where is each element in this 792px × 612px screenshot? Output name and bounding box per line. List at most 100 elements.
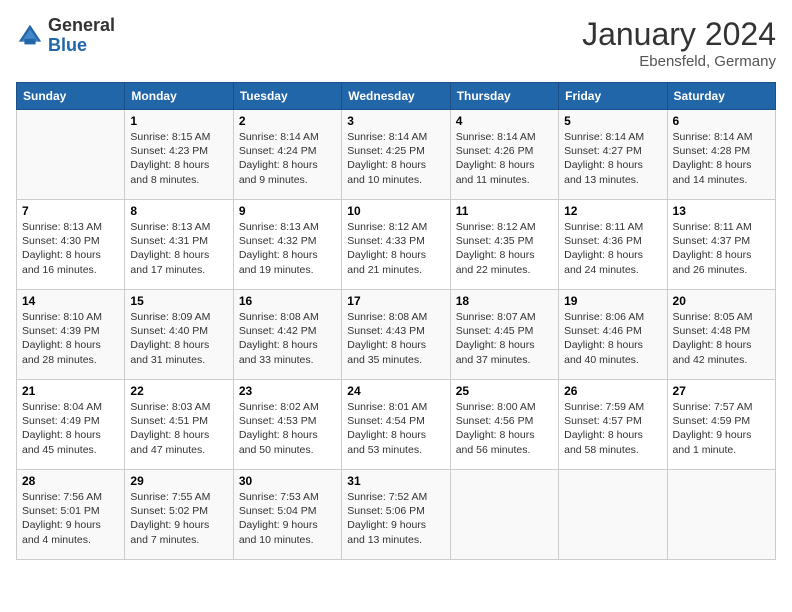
cell-content: Sunrise: 8:13 AM Sunset: 4:30 PM Dayligh… <box>22 220 119 277</box>
calendar-cell: 19 Sunrise: 8:06 AM Sunset: 4:46 PM Dayli… <box>559 290 667 380</box>
cell-content: Sunrise: 8:14 AM Sunset: 4:25 PM Dayligh… <box>347 130 444 187</box>
day-number: 27 <box>673 384 770 398</box>
calendar-cell: 21Sunrise: 8:04 AM Sunset: 4:49 PM Dayli… <box>17 380 125 470</box>
calendar-cell: 10 Sunrise: 8:12 AM Sunset: 4:33 PM Dayli… <box>342 200 450 290</box>
logo-blue-text: Blue <box>48 36 115 56</box>
cell-content: Sunrise: 8:10 AM Sunset: 4:39 PM Dayligh… <box>22 310 119 367</box>
calendar-cell: 31Sunrise: 7:52 AM Sunset: 5:06 PM Dayli… <box>342 470 450 560</box>
week-row-2: 7 Sunrise: 8:13 AM Sunset: 4:30 PM Daylig… <box>17 200 776 290</box>
logo-text: General Blue <box>48 16 115 56</box>
calendar-cell: 17 Sunrise: 8:08 AM Sunset: 4:43 PM Dayli… <box>342 290 450 380</box>
calendar-cell: 14 Sunrise: 8:10 AM Sunset: 4:39 PM Dayli… <box>17 290 125 380</box>
week-row-3: 14 Sunrise: 8:10 AM Sunset: 4:39 PM Dayli… <box>17 290 776 380</box>
day-number: 15 <box>130 294 227 308</box>
logo-general-text: General <box>48 16 115 36</box>
header-row: SundayMondayTuesdayWednesdayThursdayFrid… <box>17 83 776 110</box>
day-number: 23 <box>239 384 336 398</box>
cell-content: Sunrise: 8:01 AM Sunset: 4:54 PM Dayligh… <box>347 400 444 457</box>
logo-icon <box>16 22 44 50</box>
cell-content: Sunrise: 8:14 AM Sunset: 4:27 PM Dayligh… <box>564 130 661 187</box>
calendar-cell: 13Sunrise: 8:11 AM Sunset: 4:37 PM Dayli… <box>667 200 775 290</box>
cell-content: Sunrise: 7:56 AM Sunset: 5:01 PM Dayligh… <box>22 490 119 547</box>
day-number: 20 <box>673 294 770 308</box>
week-row-1: 1Sunrise: 8:15 AM Sunset: 4:23 PM Daylig… <box>17 110 776 200</box>
header-day-monday: Monday <box>125 83 233 110</box>
calendar-cell <box>667 470 775 560</box>
day-number: 6 <box>673 114 770 128</box>
calendar-cell: 3 Sunrise: 8:14 AM Sunset: 4:25 PM Daylig… <box>342 110 450 200</box>
day-number: 1 <box>130 114 227 128</box>
calendar-cell: 25 Sunrise: 8:00 AM Sunset: 4:56 PM Dayli… <box>450 380 558 470</box>
cell-content: Sunrise: 8:12 AM Sunset: 4:33 PM Dayligh… <box>347 220 444 277</box>
cell-content: Sunrise: 7:52 AM Sunset: 5:06 PM Dayligh… <box>347 490 444 547</box>
cell-content: Sunrise: 8:09 AM Sunset: 4:40 PM Dayligh… <box>130 310 227 367</box>
cell-content: Sunrise: 8:05 AM Sunset: 4:48 PM Dayligh… <box>673 310 770 367</box>
calendar-cell: 23 Sunrise: 8:02 AM Sunset: 4:53 PM Dayli… <box>233 380 341 470</box>
day-number: 19 <box>564 294 661 308</box>
cell-content: Sunrise: 8:14 AM Sunset: 4:24 PM Dayligh… <box>239 130 336 187</box>
calendar-cell: 9 Sunrise: 8:13 AM Sunset: 4:32 PM Daylig… <box>233 200 341 290</box>
calendar-table: SundayMondayTuesdayWednesdayThursdayFrid… <box>16 82 776 560</box>
calendar-cell <box>450 470 558 560</box>
week-row-5: 28 Sunrise: 7:56 AM Sunset: 5:01 PM Dayli… <box>17 470 776 560</box>
location: Ebensfeld, Germany <box>582 53 776 70</box>
cell-content: Sunrise: 8:07 AM Sunset: 4:45 PM Dayligh… <box>456 310 553 367</box>
day-number: 26 <box>564 384 661 398</box>
cell-content: Sunrise: 8:11 AM Sunset: 4:36 PM Dayligh… <box>564 220 661 277</box>
day-number: 7 <box>22 204 119 218</box>
day-number: 8 <box>130 204 227 218</box>
day-number: 30 <box>239 474 336 488</box>
calendar-cell: 6 Sunrise: 8:14 AM Sunset: 4:28 PM Daylig… <box>667 110 775 200</box>
calendar-cell: 1Sunrise: 8:15 AM Sunset: 4:23 PM Daylig… <box>125 110 233 200</box>
day-number: 22 <box>130 384 227 398</box>
page-header: General Blue January 2024 Ebensfeld, Ger… <box>16 16 776 70</box>
logo: General Blue <box>16 16 115 56</box>
day-number: 4 <box>456 114 553 128</box>
cell-content: Sunrise: 8:03 AM Sunset: 4:51 PM Dayligh… <box>130 400 227 457</box>
calendar-cell: 26 Sunrise: 7:59 AM Sunset: 4:57 PM Dayli… <box>559 380 667 470</box>
day-number: 12 <box>564 204 661 218</box>
calendar-cell: 22 Sunrise: 8:03 AM Sunset: 4:51 PM Dayli… <box>125 380 233 470</box>
day-number: 24 <box>347 384 444 398</box>
calendar-cell <box>17 110 125 200</box>
calendar-cell: 5 Sunrise: 8:14 AM Sunset: 4:27 PM Daylig… <box>559 110 667 200</box>
calendar-cell: 4 Sunrise: 8:14 AM Sunset: 4:26 PM Daylig… <box>450 110 558 200</box>
cell-content: Sunrise: 7:53 AM Sunset: 5:04 PM Dayligh… <box>239 490 336 547</box>
cell-content: Sunrise: 8:13 AM Sunset: 4:31 PM Dayligh… <box>130 220 227 277</box>
day-number: 10 <box>347 204 444 218</box>
cell-content: Sunrise: 7:59 AM Sunset: 4:57 PM Dayligh… <box>564 400 661 457</box>
cell-content: Sunrise: 8:00 AM Sunset: 4:56 PM Dayligh… <box>456 400 553 457</box>
header-day-sunday: Sunday <box>17 83 125 110</box>
day-number: 14 <box>22 294 119 308</box>
cell-content: Sunrise: 8:02 AM Sunset: 4:53 PM Dayligh… <box>239 400 336 457</box>
calendar-cell: 18 Sunrise: 8:07 AM Sunset: 4:45 PM Dayli… <box>450 290 558 380</box>
day-number: 17 <box>347 294 444 308</box>
header-day-tuesday: Tuesday <box>233 83 341 110</box>
day-number: 3 <box>347 114 444 128</box>
day-number: 18 <box>456 294 553 308</box>
day-number: 28 <box>22 474 119 488</box>
calendar-cell: 2 Sunrise: 8:14 AM Sunset: 4:24 PM Daylig… <box>233 110 341 200</box>
header-day-friday: Friday <box>559 83 667 110</box>
day-number: 5 <box>564 114 661 128</box>
cell-content: Sunrise: 8:11 AM Sunset: 4:37 PM Dayligh… <box>673 220 770 277</box>
day-number: 2 <box>239 114 336 128</box>
cell-content: Sunrise: 8:04 AM Sunset: 4:49 PM Dayligh… <box>22 400 119 457</box>
day-number: 11 <box>456 204 553 218</box>
cell-content: Sunrise: 8:13 AM Sunset: 4:32 PM Dayligh… <box>239 220 336 277</box>
header-day-saturday: Saturday <box>667 83 775 110</box>
week-row-4: 21Sunrise: 8:04 AM Sunset: 4:49 PM Dayli… <box>17 380 776 470</box>
calendar-cell: 20 Sunrise: 8:05 AM Sunset: 4:48 PM Dayli… <box>667 290 775 380</box>
day-number: 25 <box>456 384 553 398</box>
cell-content: Sunrise: 7:57 AM Sunset: 4:59 PM Dayligh… <box>673 400 770 457</box>
calendar-cell: 28 Sunrise: 7:56 AM Sunset: 5:01 PM Dayli… <box>17 470 125 560</box>
cell-content: Sunrise: 7:55 AM Sunset: 5:02 PM Dayligh… <box>130 490 227 547</box>
cell-content: Sunrise: 8:14 AM Sunset: 4:28 PM Dayligh… <box>673 130 770 187</box>
calendar-cell: 24 Sunrise: 8:01 AM Sunset: 4:54 PM Dayli… <box>342 380 450 470</box>
cell-content: Sunrise: 8:06 AM Sunset: 4:46 PM Dayligh… <box>564 310 661 367</box>
day-number: 9 <box>239 204 336 218</box>
cell-content: Sunrise: 8:14 AM Sunset: 4:26 PM Dayligh… <box>456 130 553 187</box>
calendar-cell: 16Sunrise: 8:08 AM Sunset: 4:42 PM Dayli… <box>233 290 341 380</box>
cell-content: Sunrise: 8:08 AM Sunset: 4:43 PM Dayligh… <box>347 310 444 367</box>
calendar-cell: 29Sunrise: 7:55 AM Sunset: 5:02 PM Dayli… <box>125 470 233 560</box>
